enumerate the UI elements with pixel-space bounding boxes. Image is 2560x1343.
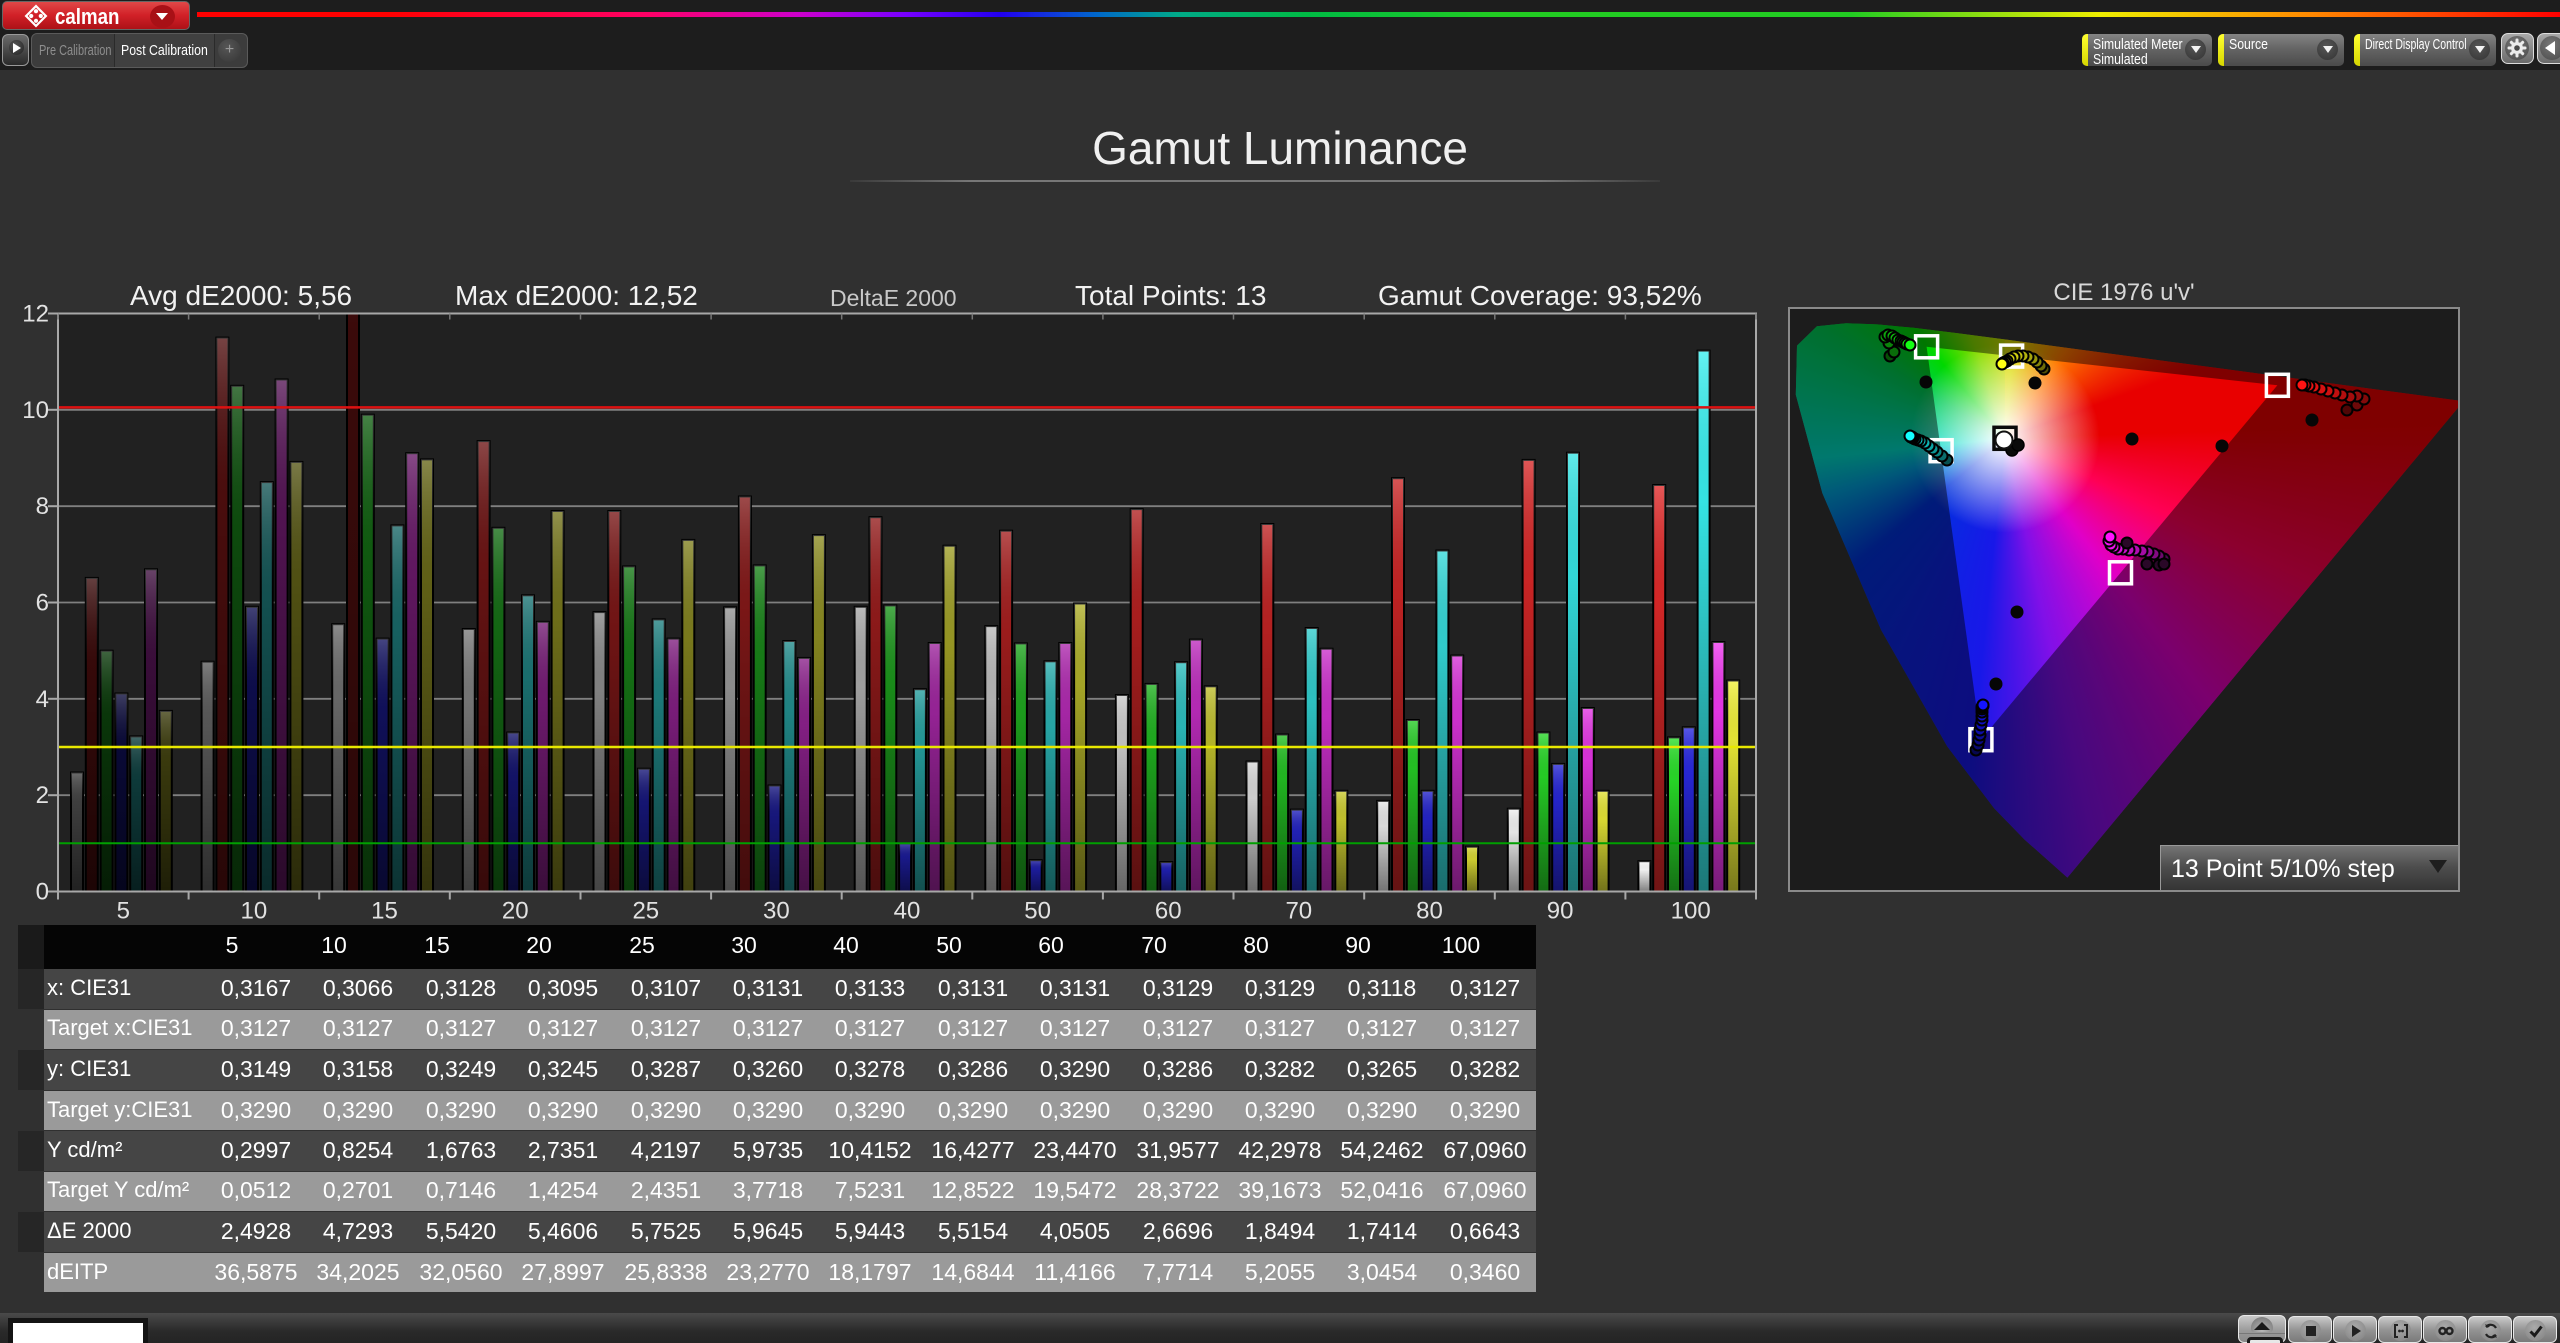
svg-text:0: 0: [36, 879, 49, 906]
svg-text:100: 100: [1671, 898, 1711, 925]
svg-text:15: 15: [371, 898, 398, 925]
svg-text:90: 90: [1547, 898, 1574, 925]
svg-text:30: 30: [763, 898, 790, 925]
svg-text:10: 10: [22, 397, 49, 424]
svg-text:10: 10: [241, 898, 268, 925]
svg-text:70: 70: [1285, 898, 1312, 925]
svg-text:80: 80: [1416, 898, 1443, 925]
svg-text:5: 5: [117, 898, 130, 925]
svg-text:60: 60: [1155, 898, 1182, 925]
svg-text:20: 20: [502, 898, 529, 925]
svg-text:25: 25: [632, 898, 659, 925]
svg-text:2: 2: [36, 782, 49, 809]
svg-text:12: 12: [22, 301, 49, 328]
svg-text:8: 8: [36, 493, 49, 520]
svg-text:4: 4: [36, 686, 49, 713]
svg-text:40: 40: [894, 898, 921, 925]
svg-text:6: 6: [36, 590, 49, 617]
svg-text:50: 50: [1024, 898, 1051, 925]
